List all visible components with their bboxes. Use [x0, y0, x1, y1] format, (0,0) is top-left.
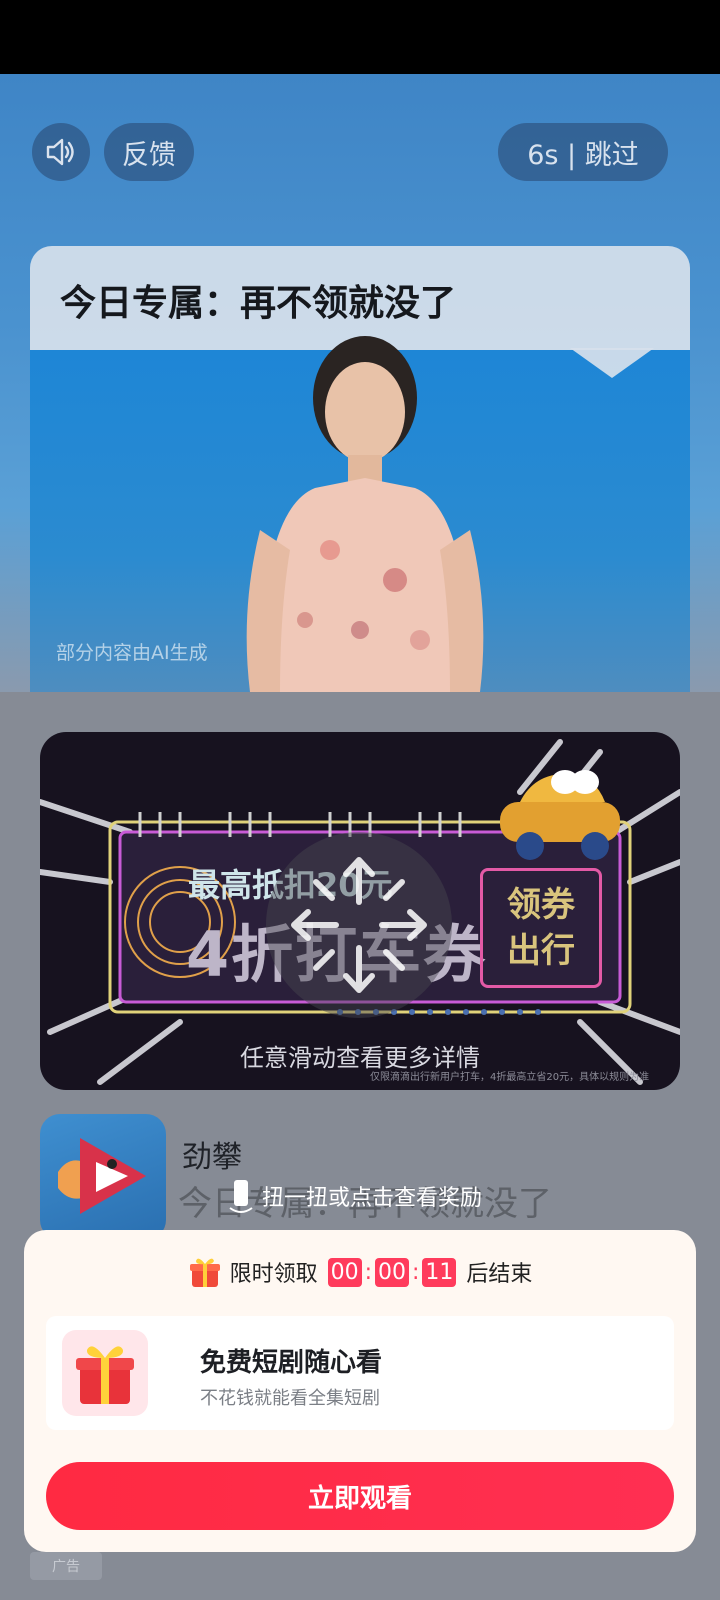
watch-now-button[interactable]: 立即观看 — [46, 1462, 674, 1530]
phone-shake-icon — [229, 1180, 253, 1213]
countdown-hours: 00 — [327, 1257, 362, 1287]
skip-ad-button[interactable]: 6s | 跳过 — [498, 123, 668, 181]
countdown-row: 限时领取 00 : 00 : 11 后结束 — [24, 1252, 696, 1292]
app-name: 劲攀 — [182, 1140, 242, 1175]
app-icon[interactable] — [40, 1114, 166, 1240]
claim-coupon-line1: 领券 — [507, 885, 575, 925]
countdown-suffix: 后结束 — [466, 1262, 533, 1287]
gift-icon — [189, 1258, 220, 1287]
banner-fine-print: 仅限滴滴出行新用户打车，4折最高立省20元，具体以规则为准 — [370, 1072, 650, 1083]
ai-generated-note: 部分内容由AI生成 — [56, 642, 208, 664]
play-logo-icon — [58, 1138, 146, 1214]
claim-coupon-badge: 领券 出行 — [480, 868, 602, 988]
offer-item[interactable]: 免费短剧随心看 不花钱就能看全集短剧 — [46, 1316, 674, 1430]
countdown-minutes: 00 — [375, 1257, 409, 1287]
gift-box-icon — [62, 1330, 148, 1416]
ad-banner[interactable]: 最高抵扣20元 4折打车券 领券 出行 任意滑动查看更多详情 仅限滴滴出行新用户… — [40, 732, 680, 1090]
ad-label: 广告 — [30, 1552, 102, 1580]
offer-subtitle: 不花钱就能看全集短剧 — [200, 1388, 380, 1409]
swipe-gesture-icon — [266, 832, 452, 1018]
countdown-seconds: 11 — [422, 1257, 457, 1287]
claim-coupon-line2: 出行 — [507, 931, 575, 971]
shake-hint-text: 扭一扭或点击查看奖励 — [262, 1186, 483, 1211]
offer-title: 免费短剧随心看 — [200, 1348, 383, 1378]
countdown-prefix: 限时领取 — [229, 1262, 318, 1287]
status-bar — [0, 0, 720, 74]
feedback-button[interactable]: 反馈 — [104, 123, 194, 181]
presenter-figure — [246, 336, 484, 692]
speaker-icon — [46, 138, 74, 166]
shake-hint[interactable]: 扭一扭或点击查看奖励 — [228, 1176, 482, 1216]
promo-card: 限时领取 00 : 00 : 11 后结束 免费短剧随心看 不花钱就能看全集短剧… — [24, 1230, 696, 1552]
sound-button[interactable] — [32, 123, 90, 181]
